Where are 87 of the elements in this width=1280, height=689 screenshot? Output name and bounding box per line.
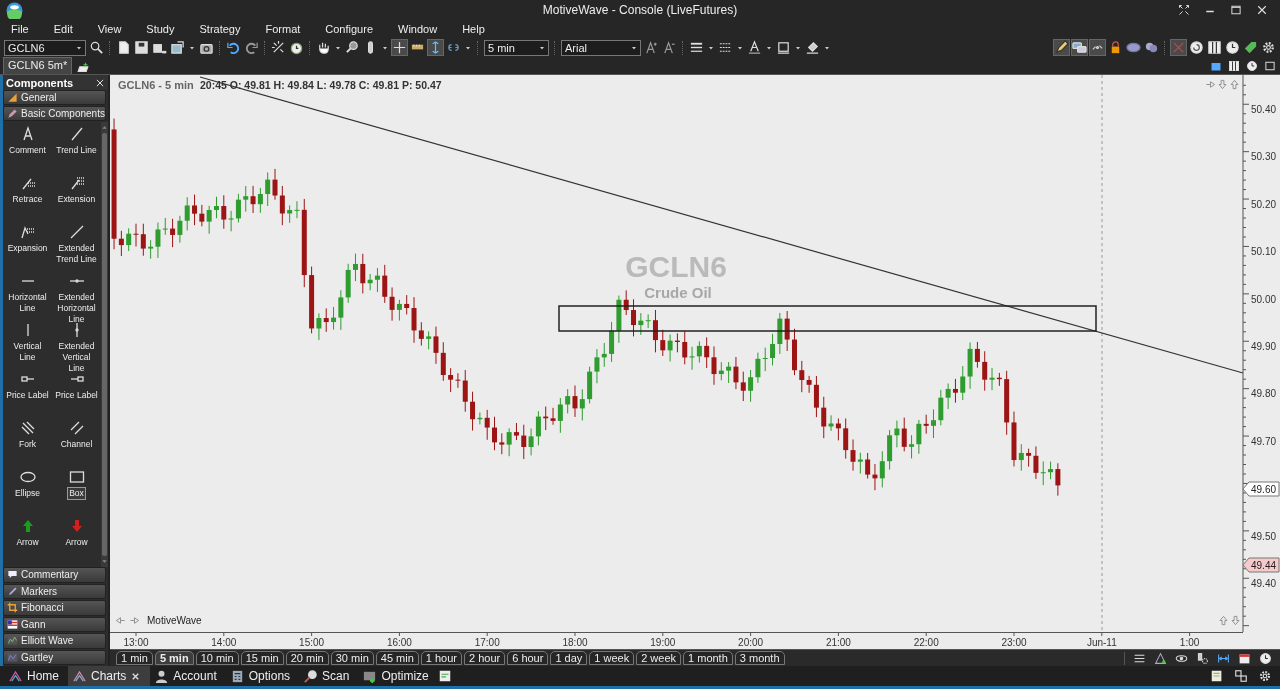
taskbar-tab[interactable]: Charts <box>68 666 151 686</box>
timeframe-tab[interactable]: 6 hour <box>507 651 549 665</box>
price-tag-label: 49.44 <box>1251 560 1277 571</box>
tool-button[interactable]: Extended Trend Line <box>52 224 101 266</box>
section-header[interactable]: Basic Components <box>3 106 106 121</box>
chart-tab[interactable]: GCLN6 5m* <box>3 57 73 74</box>
tool-button[interactable]: Box <box>52 469 101 500</box>
time-tick-label: 14:00 <box>211 637 237 648</box>
time-tick-label: 17:00 <box>474 637 500 648</box>
tool-button[interactable]: Arrow <box>52 518 101 549</box>
tool-button[interactable]: Arrow <box>3 518 52 549</box>
price-tick-label: 49.40 <box>1251 578 1277 589</box>
menu-item[interactable]: Configure <box>318 22 381 35</box>
timeframe-tab[interactable]: 2 week <box>636 651 682 665</box>
menu-item[interactable]: File <box>4 22 37 35</box>
time-tick-label: 21:00 <box>825 637 851 648</box>
menu-item[interactable]: Strategy <box>192 22 249 35</box>
tool-button[interactable]: Horizontal Line <box>3 273 52 315</box>
taskbar-tab[interactable]: Scan <box>299 666 359 686</box>
time-tick-label: 13:00 <box>123 637 149 648</box>
timeframe-tab[interactable]: 1 month <box>683 651 733 665</box>
menu-item[interactable]: Window <box>391 22 446 35</box>
menu-item[interactable]: Help <box>455 22 493 35</box>
tool-button[interactable]: Comment <box>3 126 52 157</box>
price-tick-label: 50.20 <box>1251 198 1277 210</box>
tool-button[interactable]: Retrace <box>3 175 52 206</box>
symbol-dropdown[interactable]: GCLN6 <box>4 39 86 56</box>
price-tick-label: 50.00 <box>1251 293 1277 305</box>
menu-item[interactable]: Format <box>258 22 309 35</box>
taskbar-tab[interactable]: Options <box>225 666 300 686</box>
price-tick-label: 50.40 <box>1251 104 1277 115</box>
time-tick-label: 20:00 <box>738 637 764 648</box>
tool-button[interactable]: Trend Line <box>52 126 101 157</box>
timeframe-tab[interactable]: 30 min <box>330 651 374 665</box>
chart-footer: MotiveWave <box>147 615 202 626</box>
timeframe-tab[interactable]: 3 month <box>734 651 785 665</box>
chart-title: GCLN6 - 5 min <box>118 79 194 91</box>
price-tick-label: 49.50 <box>1251 530 1277 542</box>
section-header[interactable]: Markers <box>3 583 106 599</box>
timeframe-tab[interactable]: 1 week <box>589 651 635 665</box>
timeframe-tab[interactable]: 15 min <box>240 651 284 665</box>
panel-title: Components <box>6 76 74 89</box>
price-tick-label: 49.70 <box>1251 435 1277 447</box>
section-header[interactable]: Commentary <box>3 567 106 583</box>
section-header[interactable]: Gann <box>3 616 106 632</box>
time-tick-label: 19:00 <box>650 637 676 648</box>
timeframe-tab[interactable]: 5 min <box>154 651 194 665</box>
timeframe-tab[interactable]: 1 day <box>550 651 588 665</box>
time-tick-label: 16:00 <box>386 637 412 648</box>
taskbar-tab[interactable]: Account <box>150 666 226 686</box>
timeframe-tab[interactable]: 20 min <box>285 651 329 665</box>
tool-button[interactable]: Fork <box>3 420 52 451</box>
tool-button[interactable]: Expansion <box>3 224 52 255</box>
font-dropdown[interactable]: Arial <box>561 39 641 56</box>
time-tick-label: 1:00 <box>1179 637 1200 648</box>
interval-dropdown[interactable]: 5 min <box>484 39 549 56</box>
section-header[interactable]: Fibonacci <box>3 600 106 616</box>
time-tick-label: 22:00 <box>913 637 939 648</box>
timeframe-tab[interactable]: 45 min <box>375 651 419 665</box>
timeframe-tab[interactable]: 10 min <box>195 651 239 665</box>
section-header[interactable]: Elliott Wave <box>3 633 106 649</box>
taskbar-tab[interactable]: Optimize <box>358 666 438 686</box>
menu-item[interactable]: Study <box>139 22 183 35</box>
tool-button[interactable]: Ellipse <box>3 469 52 500</box>
price-tick-label: 50.10 <box>1251 246 1277 258</box>
price-tick-label: 49.90 <box>1251 341 1277 352</box>
tool-button[interactable]: Price Label <box>3 371 52 402</box>
tool-button[interactable]: Extension <box>52 175 101 206</box>
window-title: MotiveWave - Console (LiveFutures) <box>541 3 739 17</box>
tool-button[interactable]: Vertical Line <box>3 322 52 364</box>
timeframe-tab[interactable]: 2 hour <box>464 651 506 665</box>
time-tick-label: 23:00 <box>1001 637 1027 648</box>
taskbar-tab[interactable]: Home <box>4 666 68 686</box>
time-tick-label: Jun-11 <box>1086 637 1117 648</box>
menu-item[interactable]: Edit <box>46 22 81 35</box>
timeframe-tab[interactable]: 1 hour <box>420 651 462 665</box>
watermark-name: Crude Oil <box>644 284 712 301</box>
price-tick-label: 50.30 <box>1251 151 1277 163</box>
price-tag-label: 49.60 <box>1251 484 1277 495</box>
timeframe-tab[interactable]: 1 min <box>116 651 153 665</box>
tool-button[interactable]: Channel <box>52 420 101 451</box>
time-tick-label: 15:00 <box>299 637 325 648</box>
price-tick-label: 49.80 <box>1251 388 1277 400</box>
section-header[interactable]: General <box>3 90 106 105</box>
menu-item[interactable]: View <box>90 22 130 35</box>
time-tick-label: 18:00 <box>562 637 588 648</box>
section-header[interactable]: Gartley <box>3 649 106 665</box>
